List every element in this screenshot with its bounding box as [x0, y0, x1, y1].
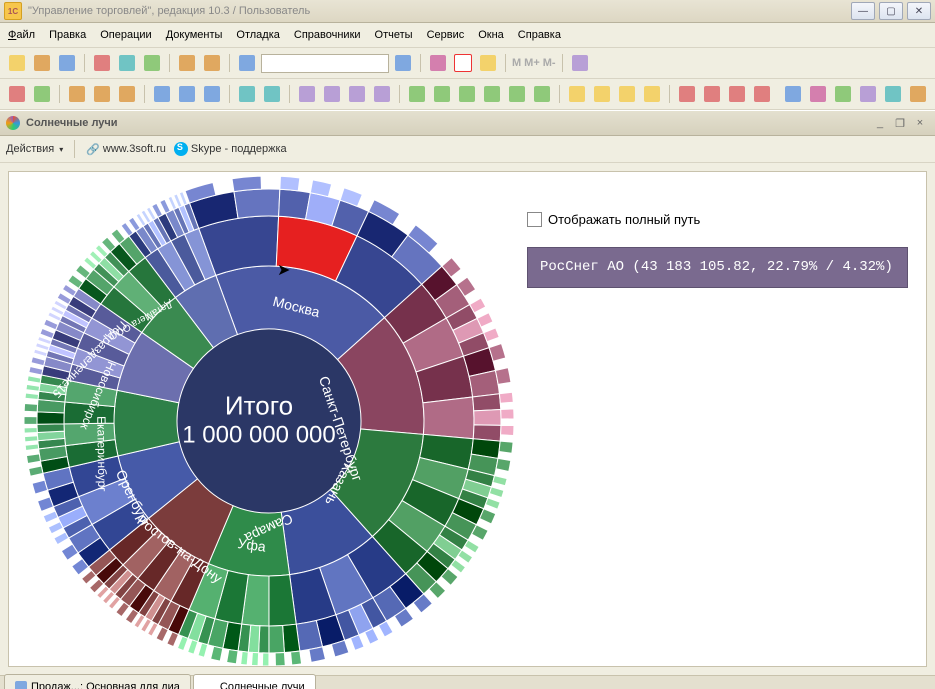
- menu-debug[interactable]: Отладка: [236, 29, 279, 41]
- subwindow-restore-button[interactable]: ❐: [891, 116, 909, 130]
- actions-dropdown[interactable]: Действия: [6, 143, 63, 155]
- tb2-icon[interactable]: [236, 83, 258, 105]
- tb2-icon[interactable]: [676, 83, 698, 105]
- tb2-icon[interactable]: [346, 83, 368, 105]
- calc-icon[interactable]: [427, 52, 449, 74]
- tb2-icon[interactable]: [456, 83, 478, 105]
- chart-canvas: Итого 1 000 000 000 МоскваСанкт-Петербур…: [8, 171, 927, 667]
- tb2-icon[interactable]: [431, 83, 453, 105]
- close-button[interactable]: ✕: [907, 2, 931, 20]
- tools-icon[interactable]: [569, 52, 591, 74]
- copy-icon[interactable]: [116, 52, 138, 74]
- minimize-button[interactable]: —: [851, 2, 875, 20]
- sunburst-icon: [6, 116, 20, 130]
- tab-sunburst[interactable]: Солнечные лучи: [193, 674, 316, 689]
- menu-reports[interactable]: Отчеты: [375, 29, 413, 41]
- tb2-icon[interactable]: [701, 83, 723, 105]
- content-area: Итого 1 000 000 000 МоскваСанкт-Петербур…: [0, 163, 935, 675]
- calendar-icon[interactable]: [452, 52, 474, 74]
- new-icon[interactable]: [6, 52, 28, 74]
- tb2-icon[interactable]: [616, 83, 638, 105]
- app-logo-icon: 1C: [4, 2, 22, 20]
- tb2-icon[interactable]: [66, 83, 88, 105]
- side-panel: Отображать полный путь РосСнег АО (43 18…: [509, 172, 926, 666]
- menu-references[interactable]: Справочники: [294, 29, 361, 41]
- show-full-path-checkbox[interactable]: [527, 212, 542, 227]
- cut-icon[interactable]: [91, 52, 113, 74]
- menu-edit[interactable]: Правка: [49, 29, 86, 41]
- tb2-icon[interactable]: [261, 83, 283, 105]
- sunburst-chart[interactable]: Итого 1 000 000 000 МоскваСанкт-Петербур…: [9, 172, 509, 667]
- tb2-icon[interactable]: [481, 83, 503, 105]
- tb2-icon[interactable]: [907, 83, 929, 105]
- search-input[interactable]: [261, 54, 389, 73]
- tb2-icon[interactable]: [151, 83, 173, 105]
- window-titlebar: 1C "Управление торговлей", редакция 10.3…: [0, 0, 935, 23]
- subwindow-minimize-button[interactable]: _: [871, 116, 889, 130]
- tb2-icon[interactable]: [807, 83, 829, 105]
- subwindow-title: Солнечные лучи: [26, 117, 869, 129]
- menu-help[interactable]: Справка: [518, 29, 561, 41]
- menu-file[interactable]: Файл: [8, 29, 35, 41]
- grid-icon[interactable]: [477, 52, 499, 74]
- tb2-icon[interactable]: [296, 83, 318, 105]
- action-bar: Действия 🔗 www.3soft.ru Skype - поддержк…: [0, 136, 935, 163]
- tb2-icon[interactable]: [6, 83, 28, 105]
- menu-documents[interactable]: Документы: [166, 29, 223, 41]
- maximize-button[interactable]: ▢: [879, 2, 903, 20]
- marker-mminus-icon[interactable]: M-: [543, 57, 556, 69]
- link-3soft[interactable]: 🔗 www.3soft.ru: [86, 143, 166, 156]
- tb2-icon[interactable]: [201, 83, 223, 105]
- tb2-icon[interactable]: [882, 83, 904, 105]
- tb2-icon[interactable]: [591, 83, 613, 105]
- skype-support[interactable]: Skype - поддержка: [174, 142, 287, 156]
- toolbar-row-1: M M+ M-: [0, 48, 935, 79]
- hover-info-box: РосСнег АО (43 183 105.82, 22.79% / 4.32…: [527, 247, 908, 288]
- search-icon[interactable]: [236, 52, 258, 74]
- tb2-icon[interactable]: [321, 83, 343, 105]
- main-menu: Файл Правка Операции Документы Отладка С…: [0, 23, 935, 48]
- tb2-icon[interactable]: [751, 83, 773, 105]
- tb2-icon[interactable]: [641, 83, 663, 105]
- sunburst-icon: [204, 681, 216, 689]
- document-tabs: Продаж...: Основная для диа Солнечные лу…: [0, 675, 935, 689]
- tb2-icon[interactable]: [726, 83, 748, 105]
- tb2-icon[interactable]: [116, 83, 138, 105]
- tb2-icon[interactable]: [176, 83, 198, 105]
- tb2-icon[interactable]: [91, 83, 113, 105]
- undo-icon[interactable]: [176, 52, 198, 74]
- subwindow-titlebar: Солнечные лучи _ ❐ ×: [0, 110, 935, 136]
- show-full-path-label: Отображать полный путь: [548, 212, 700, 227]
- marker-mplus-icon[interactable]: M+: [524, 57, 540, 69]
- tb2-icon[interactable]: [506, 83, 528, 105]
- chart-icon: [15, 681, 27, 689]
- tb2-icon[interactable]: [566, 83, 588, 105]
- tb2-icon[interactable]: [832, 83, 854, 105]
- tb2-icon[interactable]: [371, 83, 393, 105]
- open-icon[interactable]: [31, 52, 53, 74]
- tb2-icon[interactable]: [531, 83, 553, 105]
- window-title: "Управление торговлей", редакция 10.3 / …: [28, 5, 851, 17]
- menu-operations[interactable]: Операции: [100, 29, 151, 41]
- menu-service[interactable]: Сервис: [427, 29, 465, 41]
- paste-icon[interactable]: [141, 52, 163, 74]
- tb2-icon[interactable]: [782, 83, 804, 105]
- redo-icon[interactable]: [201, 52, 223, 74]
- tb2-icon[interactable]: [857, 83, 879, 105]
- marker-m-icon[interactable]: M: [512, 57, 521, 69]
- tb2-icon[interactable]: [406, 83, 428, 105]
- tb2-icon[interactable]: [31, 83, 53, 105]
- save-icon[interactable]: [56, 52, 78, 74]
- menu-windows[interactable]: Окна: [478, 29, 504, 41]
- search-go-icon[interactable]: [392, 52, 414, 74]
- subwindow-close-button[interactable]: ×: [911, 116, 929, 130]
- tab-sales-diagram[interactable]: Продаж...: Основная для диа: [4, 674, 191, 689]
- skype-icon: [174, 142, 188, 156]
- toolbar-row-2: [0, 79, 935, 110]
